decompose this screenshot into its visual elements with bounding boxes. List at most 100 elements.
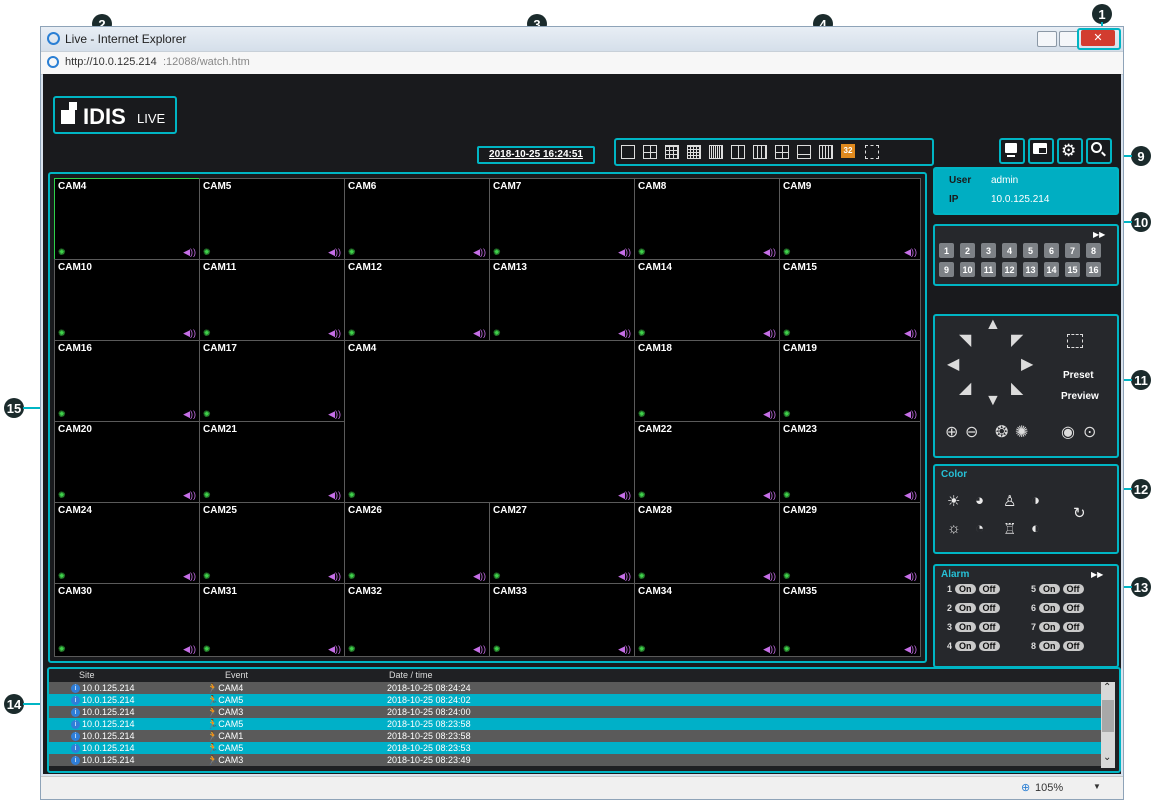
alarm-on-button[interactable]: On [1039, 622, 1060, 632]
iris-open-icon[interactable]: ◉ [1061, 422, 1075, 442]
arrow-right-icon[interactable]: ▶ [1021, 354, 1033, 374]
camera-tile[interactable]: CAM14 ✺ ◀)) [634, 259, 780, 341]
camera-tile[interactable]: CAM31 ✺ ◀)) [199, 583, 345, 657]
layout-3col-button[interactable] [753, 145, 767, 159]
channel-button-16[interactable]: 16 [1086, 262, 1101, 277]
channel-button-12[interactable]: 12 [1002, 262, 1017, 277]
channel-button-2[interactable]: 2 [960, 243, 975, 258]
focus-near-icon[interactable]: ❂ [995, 422, 1008, 442]
layout-13-button[interactable] [819, 145, 833, 159]
camera-tile[interactable]: CAM30 ✺ ◀)) [54, 583, 200, 657]
record-button[interactable] [999, 138, 1025, 164]
scroll-up-icon[interactable]: ⌃ [1103, 682, 1111, 693]
camera-tile[interactable]: CAM22 ✺ ◀)) [634, 421, 780, 503]
camera-tile[interactable]: CAM33 ✺ ◀)) [489, 583, 635, 657]
layout-split-button[interactable] [731, 145, 745, 159]
camera-tile[interactable]: CAM11 ✺ ◀)) [199, 259, 345, 341]
event-log-row[interactable]: i 10.0.125.214 🏃CAM1 2018-10-25 08:23:58 [49, 730, 1101, 742]
channel-button-3[interactable]: 3 [981, 243, 996, 258]
arrow-up-icon[interactable]: ▲ [985, 316, 1001, 334]
camera-tile[interactable]: CAM24 ✺ ◀)) [54, 502, 200, 584]
layout-9-button[interactable] [665, 145, 679, 159]
focus-area-icon[interactable] [1067, 334, 1083, 348]
camera-tile[interactable]: CAM8 ✺ ◀)) [634, 178, 780, 260]
contrast-down-icon[interactable]: ◐ [1031, 520, 1040, 537]
search-button[interactable] [1086, 138, 1112, 164]
zoom-in-icon[interactable]: ⊕ [945, 422, 958, 442]
event-log-row[interactable]: i 10.0.125.214 🏃CAM3 2018-10-25 08:23:49 [49, 754, 1101, 766]
camera-tile[interactable]: CAM32 ✺ ◀)) [344, 583, 490, 657]
event-log-row[interactable]: i 10.0.125.214 🏃CAM5 2018-10-25 08:24:02 [49, 694, 1101, 706]
camera-tile[interactable]: CAM16 ✺ ◀)) [54, 340, 200, 422]
camera-tile-large[interactable]: CAM4 ✺ ◀)) [344, 340, 635, 503]
channel-button-15[interactable]: 15 [1065, 262, 1080, 277]
arrow-up-left-icon[interactable]: ◥ [959, 330, 971, 350]
channel-button-13[interactable]: 13 [1023, 262, 1038, 277]
settings-button[interactable]: ⚙ [1057, 138, 1083, 164]
alarm-off-button[interactable]: Off [978, 622, 1000, 632]
address-bar[interactable]: http://10.0.125.214 :12088/watch.htm [41, 51, 1123, 75]
channel-button-6[interactable]: 6 [1044, 243, 1059, 258]
alarm-off-button[interactable]: Off [978, 641, 1000, 651]
layout-6-button[interactable] [775, 145, 789, 159]
alarm-on-button[interactable]: On [1039, 603, 1060, 613]
channel-button-7[interactable]: 7 [1065, 243, 1080, 258]
camera-tile[interactable]: CAM26 ✺ ◀)) [344, 502, 490, 584]
camera-tile[interactable]: CAM10 ✺ ◀)) [54, 259, 200, 341]
camera-tile[interactable]: CAM29 ✺ ◀)) [779, 502, 921, 584]
channel-button-5[interactable]: 5 [1023, 243, 1038, 258]
alarm-on-button[interactable]: On [955, 641, 976, 651]
camera-tile[interactable]: CAM4 ✺ ◀)) [54, 178, 200, 260]
camera-tile[interactable]: CAM13 ✺ ◀)) [489, 259, 635, 341]
focus-far-icon[interactable]: ✺ [1015, 422, 1028, 442]
camera-tile[interactable]: CAM23 ✺ ◀)) [779, 421, 921, 503]
arrow-down-icon[interactable]: ▼ [985, 392, 1001, 410]
scroll-down-icon[interactable]: ⌄ [1103, 752, 1111, 763]
channel-button-10[interactable]: 10 [960, 262, 975, 277]
alarm-off-button[interactable]: Off [1062, 622, 1084, 632]
camera-tile[interactable]: CAM6 ✺ ◀)) [344, 178, 490, 260]
saturation-down-icon[interactable]: ◔ [975, 520, 984, 537]
camera-tile[interactable]: CAM28 ✺ ◀)) [634, 502, 780, 584]
event-log-row[interactable]: i 10.0.125.214 🏃CAM4 2018-10-25 08:24:24 [49, 682, 1101, 694]
hue-down-icon[interactable]: ♖ [1003, 520, 1016, 538]
maximize-button[interactable] [1059, 31, 1079, 47]
hue-up-icon[interactable]: ♙ [1003, 492, 1016, 510]
camera-tile[interactable]: CAM17 ✺ ◀)) [199, 340, 345, 422]
camera-tile[interactable]: CAM9 ✺ ◀)) [779, 178, 921, 260]
camera-tile[interactable]: CAM35 ✺ ◀)) [779, 583, 921, 657]
camera-tile[interactable]: CAM20 ✺ ◀)) [54, 421, 200, 503]
alarm-off-button[interactable]: Off [1062, 641, 1084, 651]
event-log-scrollbar[interactable]: ⌃ ⌄ [1101, 682, 1115, 768]
camera-tile[interactable]: CAM7 ✺ ◀)) [489, 178, 635, 260]
datetime-header[interactable]: Date / time [389, 669, 433, 681]
channel-button-1[interactable]: 1 [939, 243, 954, 258]
alarm-off-button[interactable]: Off [978, 584, 1000, 594]
alarm-on-button[interactable]: On [1039, 641, 1060, 651]
alarm-next-icon[interactable]: ▶▶ [1091, 570, 1103, 579]
event-log-row[interactable]: i 10.0.125.214 🏃CAM3 2018-10-25 08:24:00 [49, 706, 1101, 718]
channel-button-11[interactable]: 11 [981, 262, 996, 277]
camera-tile[interactable]: CAM21 ✺ ◀)) [199, 421, 345, 503]
zoom-dropdown-icon[interactable]: ▼ [1093, 782, 1101, 791]
alarm-on-button[interactable]: On [1039, 584, 1060, 594]
layout-25-button[interactable] [709, 145, 723, 159]
contrast-up-icon[interactable]: ◑ [1031, 492, 1040, 509]
dual-monitor-button[interactable] [1028, 138, 1054, 164]
iris-close-icon[interactable]: ⊙ [1083, 422, 1096, 442]
layout-32-button[interactable]: 32 [841, 144, 855, 158]
site-header[interactable]: Site [79, 669, 95, 681]
layout-16-button[interactable] [687, 145, 701, 159]
layout-1-button[interactable] [621, 145, 635, 159]
camera-tile[interactable]: CAM25 ✺ ◀)) [199, 502, 345, 584]
alarm-on-button[interactable]: On [955, 603, 976, 613]
camera-tile[interactable]: CAM15 ✺ ◀)) [779, 259, 921, 341]
event-header[interactable]: Event [225, 669, 248, 681]
preview-button[interactable]: Preview [1061, 391, 1099, 402]
arrow-down-left-icon[interactable]: ◢ [959, 378, 971, 398]
camera-tile[interactable]: CAM5 ✺ ◀)) [199, 178, 345, 260]
alarm-off-button[interactable]: Off [1062, 584, 1084, 594]
zoom-level[interactable]: 105% [1035, 782, 1063, 794]
saturation-up-icon[interactable]: ◕ [975, 492, 984, 509]
fullscreen-button[interactable] [865, 145, 879, 159]
